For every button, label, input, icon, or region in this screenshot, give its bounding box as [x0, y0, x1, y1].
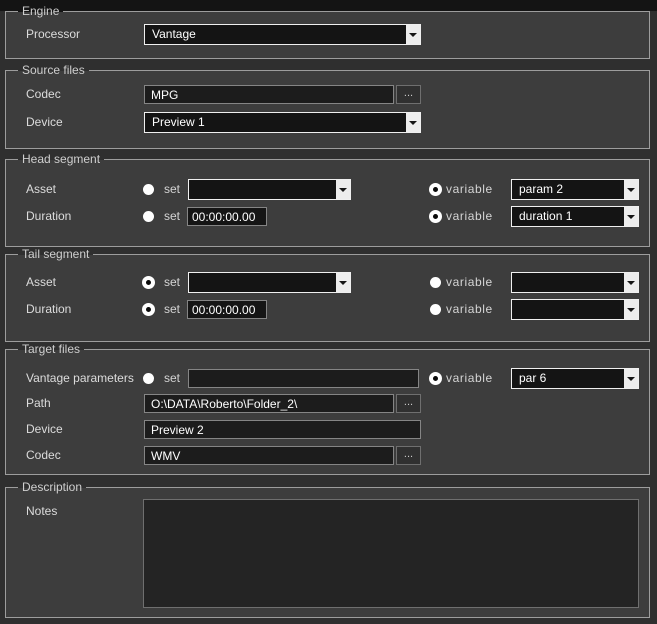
- chevron-down-icon[interactable]: [404, 25, 420, 44]
- source-device-label: Device: [26, 112, 63, 133]
- tail-segment-group-title: Tail segment: [18, 247, 93, 262]
- chevron-down-icon[interactable]: [622, 300, 638, 319]
- engine-group-title: Engine: [18, 4, 63, 19]
- head-duration-variable-combo-value: duration 1: [519, 207, 572, 226]
- tail-asset-variable-label: variable: [446, 272, 493, 293]
- tail-duration-set-label: set: [164, 299, 180, 320]
- target-device-label: Device: [26, 420, 63, 439]
- target-params-variable-combo[interactable]: par 6: [511, 368, 639, 389]
- target-files-group: Target files Vantage parameters set vari…: [5, 349, 650, 475]
- processor-combo[interactable]: Vantage: [144, 24, 421, 45]
- notes-label: Notes: [26, 504, 57, 518]
- target-params-set-label: set: [164, 368, 180, 389]
- notes-textarea[interactable]: [143, 499, 639, 608]
- source-device-combo[interactable]: Preview 1: [144, 112, 421, 133]
- processor-combo-value: Vantage: [152, 25, 196, 44]
- processor-label: Processor: [26, 24, 80, 45]
- tail-duration-set-radio[interactable]: [142, 303, 155, 316]
- target-params-set-radio[interactable]: [143, 373, 154, 384]
- description-group: Description Notes: [5, 487, 650, 618]
- target-path-label: Path: [26, 394, 51, 413]
- target-params-label: Vantage parameters: [26, 368, 134, 389]
- tail-asset-variable-combo[interactable]: [511, 272, 639, 293]
- engine-group: Engine Processor Vantage: [5, 11, 650, 59]
- head-duration-variable-radio[interactable]: [429, 210, 442, 223]
- source-codec-browse-button[interactable]: ...: [396, 85, 421, 104]
- head-duration-set-input[interactable]: [187, 207, 267, 226]
- target-params-variable-radio[interactable]: [429, 372, 442, 385]
- target-params-variable-combo-value: par 6: [519, 369, 546, 388]
- head-duration-label: Duration: [26, 206, 71, 227]
- tail-asset-set-radio[interactable]: [142, 276, 155, 289]
- chevron-down-icon[interactable]: [622, 369, 638, 388]
- head-segment-group-title: Head segment: [18, 152, 104, 167]
- head-asset-set-radio[interactable]: [143, 184, 154, 195]
- source-device-combo-value: Preview 1: [152, 113, 205, 132]
- tail-duration-variable-label: variable: [446, 299, 493, 320]
- target-params-variable-label: variable: [446, 368, 493, 389]
- chevron-down-icon[interactable]: [622, 273, 638, 292]
- chevron-down-icon[interactable]: [334, 273, 350, 292]
- source-files-group: Source files Codec ... Device Preview 1: [5, 70, 650, 149]
- description-group-title: Description: [18, 480, 86, 495]
- head-segment-group: Head segment Asset set variable param 2 …: [5, 159, 650, 247]
- head-asset-variable-radio[interactable]: [429, 183, 442, 196]
- head-asset-set-combo[interactable]: [188, 179, 351, 200]
- target-params-set-input[interactable]: [188, 369, 419, 388]
- vantage-settings-dialog: Engine Processor Vantage Source files Co…: [0, 0, 657, 624]
- target-files-group-title: Target files: [18, 342, 84, 357]
- window-top-edge: [0, 0, 657, 11]
- tail-asset-variable-radio[interactable]: [430, 277, 441, 288]
- chevron-down-icon[interactable]: [622, 180, 638, 199]
- tail-asset-label: Asset: [26, 272, 56, 293]
- chevron-down-icon[interactable]: [404, 113, 420, 132]
- tail-duration-set-input[interactable]: [187, 300, 267, 319]
- head-duration-set-label: set: [164, 206, 180, 227]
- target-path-input[interactable]: [144, 394, 394, 413]
- tail-duration-variable-combo[interactable]: [511, 299, 639, 320]
- head-asset-variable-combo-value: param 2: [519, 180, 563, 199]
- chevron-down-icon[interactable]: [334, 180, 350, 199]
- tail-asset-set-combo[interactable]: [188, 272, 351, 293]
- target-codec-label: Codec: [26, 446, 61, 465]
- head-duration-set-radio[interactable]: [143, 211, 154, 222]
- tail-duration-variable-radio[interactable]: [430, 304, 441, 315]
- head-duration-variable-label: variable: [446, 206, 493, 227]
- head-asset-variable-combo[interactable]: param 2: [511, 179, 639, 200]
- source-codec-label: Codec: [26, 85, 61, 104]
- head-asset-set-label: set: [164, 179, 180, 200]
- head-asset-label: Asset: [26, 179, 56, 200]
- chevron-down-icon[interactable]: [622, 207, 638, 226]
- source-codec-input[interactable]: [144, 85, 394, 104]
- target-path-browse-button[interactable]: ...: [396, 394, 421, 413]
- source-files-group-title: Source files: [18, 63, 89, 78]
- tail-segment-group: Tail segment Asset set variable Duration…: [5, 254, 650, 342]
- target-codec-input[interactable]: [144, 446, 394, 465]
- head-asset-variable-label: variable: [446, 179, 493, 200]
- target-device-input[interactable]: [144, 420, 421, 439]
- head-duration-variable-combo[interactable]: duration 1: [511, 206, 639, 227]
- tail-duration-label: Duration: [26, 299, 71, 320]
- tail-asset-set-label: set: [164, 272, 180, 293]
- target-codec-browse-button[interactable]: ...: [396, 446, 421, 465]
